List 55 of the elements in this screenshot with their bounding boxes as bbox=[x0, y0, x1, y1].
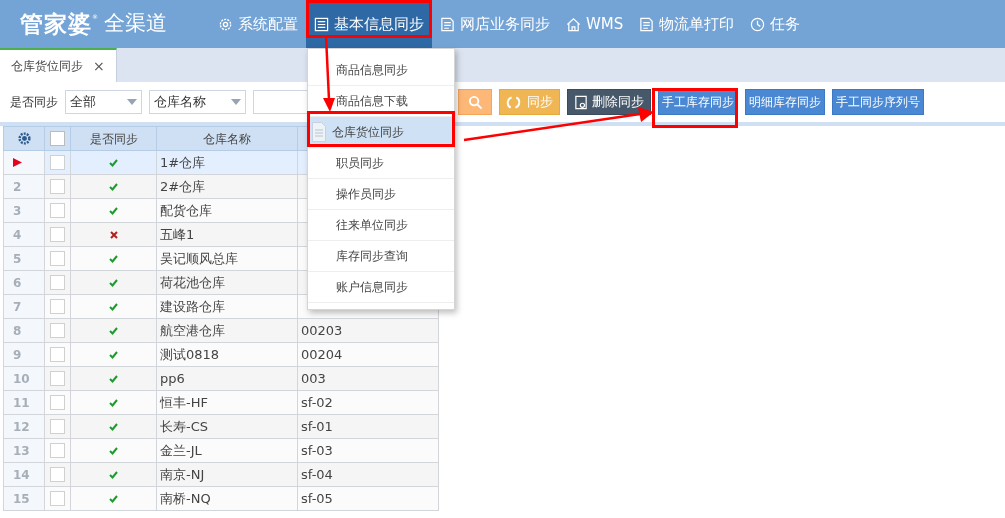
row-number: 5 bbox=[13, 251, 22, 266]
row-number: 3 bbox=[13, 203, 22, 218]
table-cell: 测试0818 bbox=[156, 342, 298, 367]
column-header: 仓库名称 bbox=[156, 126, 298, 151]
table-cell: sf-03 bbox=[297, 438, 439, 463]
table-cell: sf-05 bbox=[297, 486, 439, 511]
logo-subtitle: 全渠道 bbox=[104, 10, 167, 38]
table-cell: 荷花池仓库 bbox=[156, 270, 298, 295]
row-number: 10 bbox=[13, 371, 30, 386]
menu-label: 账户信息同步 bbox=[336, 279, 408, 296]
nav-label: 基本信息同步 bbox=[334, 13, 424, 35]
menu-label: 职员同步 bbox=[336, 155, 384, 172]
table-cell: 南京-NJ bbox=[156, 462, 298, 487]
menu-label: 商品信息同步 bbox=[336, 62, 408, 79]
menu-label: 商品信息下载 bbox=[336, 93, 408, 110]
table-cell: 00203 bbox=[297, 318, 439, 343]
table-cell: 长寿-CS bbox=[156, 414, 298, 439]
table-cell: 吴记顺风总库 bbox=[156, 246, 298, 271]
table-cell: 五峰1 bbox=[156, 222, 298, 247]
nav-label: 任务 bbox=[770, 13, 801, 35]
row-number: 2 bbox=[13, 179, 22, 194]
filter-label: 是否同步 bbox=[10, 94, 58, 111]
table-cell: pp6 bbox=[156, 366, 298, 391]
table-cell: 2#仓库 bbox=[156, 174, 298, 199]
menu-label: 库存同步查询 bbox=[336, 248, 408, 265]
table-cell: 00204 bbox=[297, 342, 439, 367]
nav-label: 网店业务同步 bbox=[460, 13, 550, 35]
menu-label: 仓库货位同步 bbox=[332, 124, 404, 141]
tab-label: 仓库货位同步 bbox=[11, 58, 83, 75]
column-header: 是否同步 bbox=[70, 126, 157, 151]
table-cell: 建设路仓库 bbox=[156, 294, 298, 319]
table-cell: 配货仓库 bbox=[156, 198, 298, 223]
table-cell: 1#仓库 bbox=[156, 150, 298, 175]
row-number: 6 bbox=[13, 275, 22, 290]
row-number: 11 bbox=[13, 395, 30, 410]
nav-label: WMS bbox=[586, 13, 624, 35]
table-cell: 金兰-JL bbox=[156, 438, 298, 463]
nav-label: 系统配置 bbox=[238, 13, 298, 35]
row-number: 8 bbox=[13, 323, 22, 338]
row-number: 9 bbox=[13, 347, 22, 362]
logo-text: 管家婆 bbox=[20, 9, 92, 39]
table-cell: 恒丰-HF bbox=[156, 390, 298, 415]
row-number: 15 bbox=[13, 491, 30, 506]
table-cell: 航空港仓库 bbox=[156, 318, 298, 343]
row-number: 12 bbox=[13, 419, 30, 434]
row-number: 14 bbox=[13, 467, 30, 482]
row-number: 13 bbox=[13, 443, 30, 458]
row-number: 7 bbox=[13, 299, 22, 314]
nav-label: 物流单打印 bbox=[659, 13, 735, 35]
row-number: 4 bbox=[13, 227, 22, 242]
table-cell: sf-02 bbox=[297, 390, 439, 415]
table-cell: 003 bbox=[297, 366, 439, 391]
table-cell: 南桥-NQ bbox=[156, 486, 298, 511]
table-cell: sf-01 bbox=[297, 414, 439, 439]
table-cell: sf-04 bbox=[297, 462, 439, 487]
